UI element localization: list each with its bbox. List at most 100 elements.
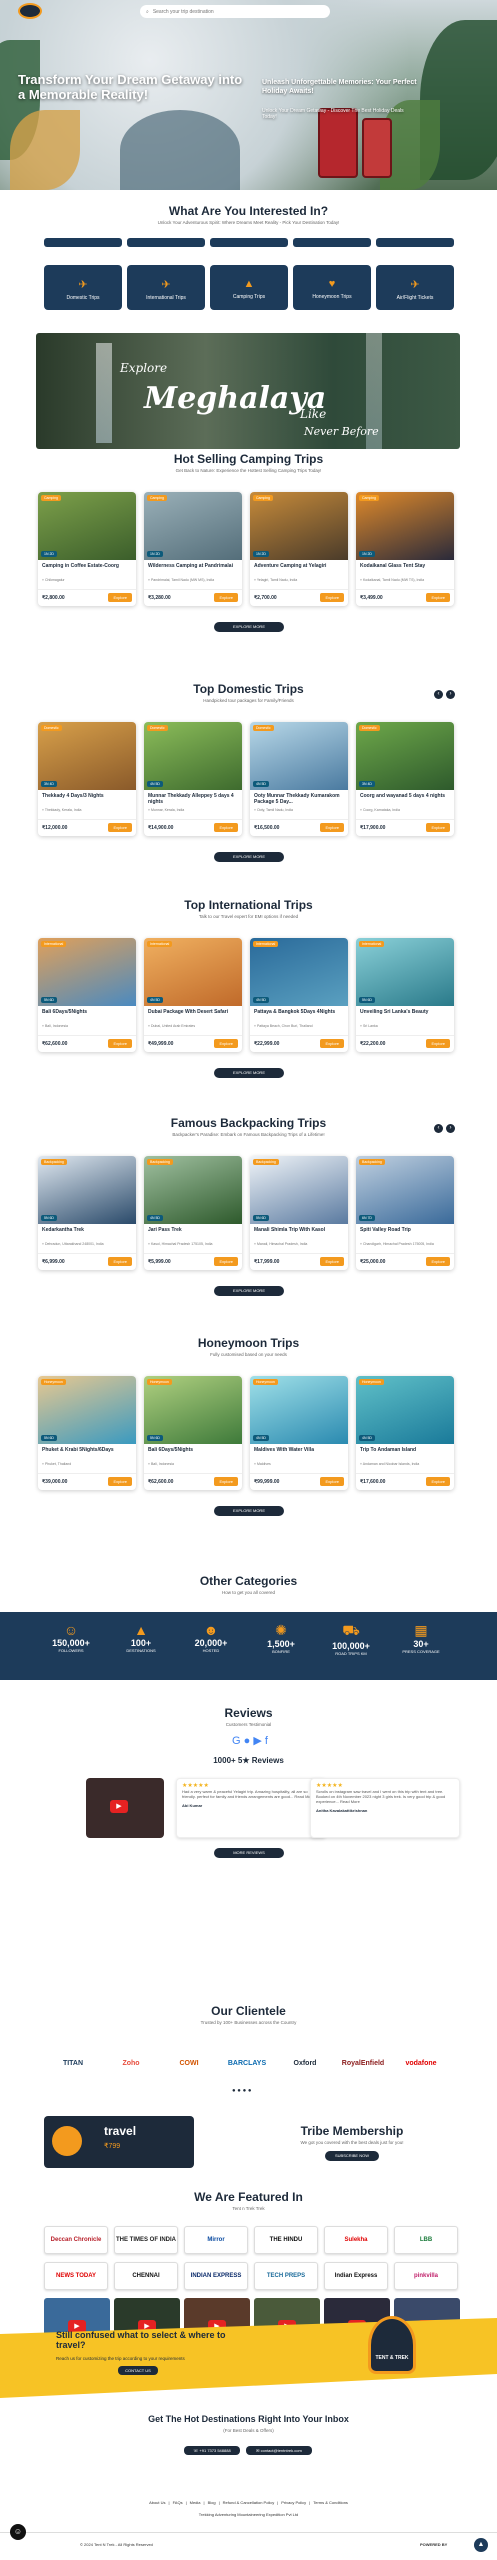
tribe-card[interactable]: travel ₹799 (44, 2116, 194, 2168)
chat-icon[interactable]: ☺ (10, 2524, 26, 2540)
trip-card[interactable]: Honeymoon 5N 6D Bali 6Days/5Nights ⌖ Bali, … (144, 1376, 242, 1490)
press-logo[interactable]: THE HINDU (254, 2226, 318, 2254)
search-input[interactable]: Search your trip destination (153, 9, 214, 15)
explore-button[interactable]: Explore (108, 823, 132, 832)
explore-button[interactable]: Explore (426, 593, 450, 602)
tile-honeymoon-trips[interactable]: ♥ Honeymoon Trips (293, 265, 371, 310)
phone-button[interactable]: ☏ +91 7373 548888 (184, 2446, 240, 2455)
trip-card[interactable]: Domestic 3N 4D Thekkady 4 Days/3 Nights ⌖ T… (38, 722, 136, 836)
trip-card[interactable]: Honeymoon 4N 5D Maldives With Water Villa ⌖… (250, 1376, 348, 1490)
explore-button[interactable]: Explore (108, 1477, 132, 1486)
trip-card[interactable]: Honeymoon 5N 6D Phuket & Krabi 5Nights/6Da… (38, 1376, 136, 1490)
more-reviews-button[interactable]: MORE REVIEWS (214, 1848, 284, 1858)
explore-button[interactable]: Explore (108, 593, 132, 602)
trip-card[interactable]: International 5N 6D Unveiling Sri Lanka's … (356, 938, 454, 1052)
site-logo[interactable] (18, 3, 42, 19)
footer-link[interactable]: Blog (208, 2500, 216, 2505)
review-card[interactable]: ★★★★★ Scrolls on instagram saw travel an… (310, 1778, 460, 1838)
press-logo[interactable]: LBB (394, 2226, 458, 2254)
explore-button[interactable]: Explore (320, 1039, 344, 1048)
trip-duration-badge: 4N 5D (253, 997, 269, 1003)
tile-strip (293, 238, 371, 247)
tile-flight-tickets[interactable]: ✈ Air/Flight Tickets (376, 265, 454, 310)
explore-more-button[interactable]: EXPLORE MORE (214, 1286, 284, 1296)
explore-button[interactable]: Explore (320, 1477, 344, 1486)
explore-more-button[interactable]: EXPLORE MORE (214, 1506, 284, 1516)
email-button[interactable]: ✉ contact@tentntrek.com (246, 2446, 312, 2455)
press-logo[interactable]: Deccan Chronicle (44, 2226, 108, 2254)
trip-card[interactable]: International 4N 5D Pattaya & Bangkok 5Day… (250, 938, 348, 1052)
explore-button[interactable]: Explore (320, 1257, 344, 1266)
explore-button[interactable]: Explore (426, 1257, 450, 1266)
newsletter-title: Get The Hot Destinations Right Into Your… (148, 2414, 349, 2424)
trip-card[interactable]: Domestic 4N 5D Ooty Munnar Thekkady Kumara… (250, 722, 348, 836)
tile-domestic-trips[interactable]: ✈ Domestic Trips (44, 265, 122, 310)
trip-category-badge: Backpacking (41, 1159, 67, 1165)
prev-arrow-icon[interactable]: ‹ (434, 690, 443, 699)
press-logo[interactable]: THE TIMES OF INDIA (114, 2226, 178, 2254)
trip-card[interactable]: Camping 1N 2D Camping in Coffee Estate-Coo… (38, 492, 136, 606)
press-logo[interactable]: CHENNAI (114, 2262, 178, 2290)
carousel-dots[interactable]: ● ● ● ● (232, 2088, 252, 2094)
press-logo[interactable]: TECH PREPS (254, 2262, 318, 2290)
press-logo[interactable]: NEWS TODAY (44, 2262, 108, 2290)
footer-link[interactable]: About Us (149, 2500, 165, 2505)
next-arrow-icon[interactable]: › (446, 1124, 455, 1133)
review-video[interactable]: ▶ (86, 1778, 164, 1838)
meghalaya-banner[interactable]: Explore Meghalaya Like Never Before (36, 333, 460, 449)
review-count: 1000+ 5★ Reviews (213, 1756, 284, 1765)
scroll-top-icon[interactable]: ▲ (474, 2538, 488, 2552)
explore-button[interactable]: Explore (426, 1039, 450, 1048)
press-logo[interactable]: Indian Express (324, 2262, 388, 2290)
review-card[interactable]: ★★★★★ Had a very warm & peaceful Yelagir… (176, 1778, 326, 1838)
trip-card[interactable]: Backpacking 6N 7D Spiti Valley Road Trip ⌖ … (356, 1156, 454, 1270)
company-name: Trekking Adventuring Mountaineering Expe… (198, 2512, 299, 2517)
footer-link[interactable]: FAQs (173, 2500, 183, 2505)
press-logo[interactable]: pinkvilla (394, 2262, 458, 2290)
press-logo[interactable]: INDIAN EXPRESS (184, 2262, 248, 2290)
explore-button[interactable]: Explore (214, 593, 238, 602)
explore-more-button[interactable]: EXPLORE MORE (214, 852, 284, 862)
explore-button[interactable]: Explore (214, 823, 238, 832)
next-arrow-icon[interactable]: › (446, 690, 455, 699)
prev-arrow-icon[interactable]: ‹ (434, 1124, 443, 1133)
trip-card[interactable]: International 4N 5D Dubai Package With Des… (144, 938, 242, 1052)
trip-card[interactable]: Domestic 3N 4D Coorg and wayanad 5 days 4 … (356, 722, 454, 836)
trip-card[interactable]: Camping 1N 2D Wilderness Camping at Pandri… (144, 492, 242, 606)
footer-link[interactable]: Refund & Cancellation Policy (223, 2500, 275, 2505)
plane-icon: ✈ (78, 279, 88, 291)
footer-link[interactable]: Media (190, 2500, 201, 2505)
explore-button[interactable]: Explore (426, 1477, 450, 1486)
banner-text-meghalaya: Meghalaya (144, 381, 327, 416)
trip-card[interactable]: Backpacking 5N 6D Manali Shimla Trip With … (250, 1156, 348, 1270)
explore-button[interactable]: Explore (214, 1039, 238, 1048)
trip-location: ⌖ Manali, Himachal Pradesh, India (254, 1242, 308, 1246)
trip-card[interactable]: Backpacking 4N 5D Jari Pass Trek ⌖ Kasol, H… (144, 1156, 242, 1270)
explore-button[interactable]: Explore (214, 1477, 238, 1486)
trip-card[interactable]: International 5N 6D Bali 6Days/5Nights ⌖ Ba… (38, 938, 136, 1052)
explore-more-button[interactable]: EXPLORE MORE (214, 1068, 284, 1078)
search-bar[interactable]: ⌕ Search your trip destination (140, 5, 330, 18)
footer-link[interactable]: Privacy Policy (281, 2500, 306, 2505)
explore-button[interactable]: Explore (320, 823, 344, 832)
explore-button[interactable]: Explore (108, 1039, 132, 1048)
subscribe-button[interactable]: SUBSCRIBE NOW (325, 2151, 379, 2161)
trip-card[interactable]: Domestic 4N 5D Munnar Thekkady Alleppey 5 … (144, 722, 242, 836)
trip-card[interactable]: Honeymoon 4N 5D Trip To Andaman Island ⌖ An… (356, 1376, 454, 1490)
press-logo[interactable]: Mirror (184, 2226, 248, 2254)
tile-international-trips[interactable]: ✈ International Trips (127, 265, 205, 310)
trip-duration-badge: 4N 5D (359, 1435, 375, 1441)
trip-card[interactable]: Camping 1N 2D Adventure Camping at Yelagir… (250, 492, 348, 606)
trip-card[interactable]: Backpacking 5N 6D Kedarkantha Trek ⌖ Dehrad… (38, 1156, 136, 1270)
plane-icon: ✈ (161, 279, 171, 291)
explore-more-button[interactable]: EXPLORE MORE (214, 622, 284, 632)
explore-button[interactable]: Explore (320, 593, 344, 602)
trip-card[interactable]: Camping 1N 2D Kodaikanal Glass Tent Stay ⌖ … (356, 492, 454, 606)
tile-camping-trips[interactable]: ▲ Camping Trips (210, 265, 288, 310)
press-logo[interactable]: Sulekha (324, 2226, 388, 2254)
explore-button[interactable]: Explore (426, 823, 450, 832)
footer-link[interactable]: Terms & Conditions (313, 2500, 348, 2505)
explore-button[interactable]: Explore (108, 1257, 132, 1266)
explore-button[interactable]: Explore (214, 1257, 238, 1266)
contact-us-button[interactable]: CONTACT US (118, 2366, 158, 2375)
